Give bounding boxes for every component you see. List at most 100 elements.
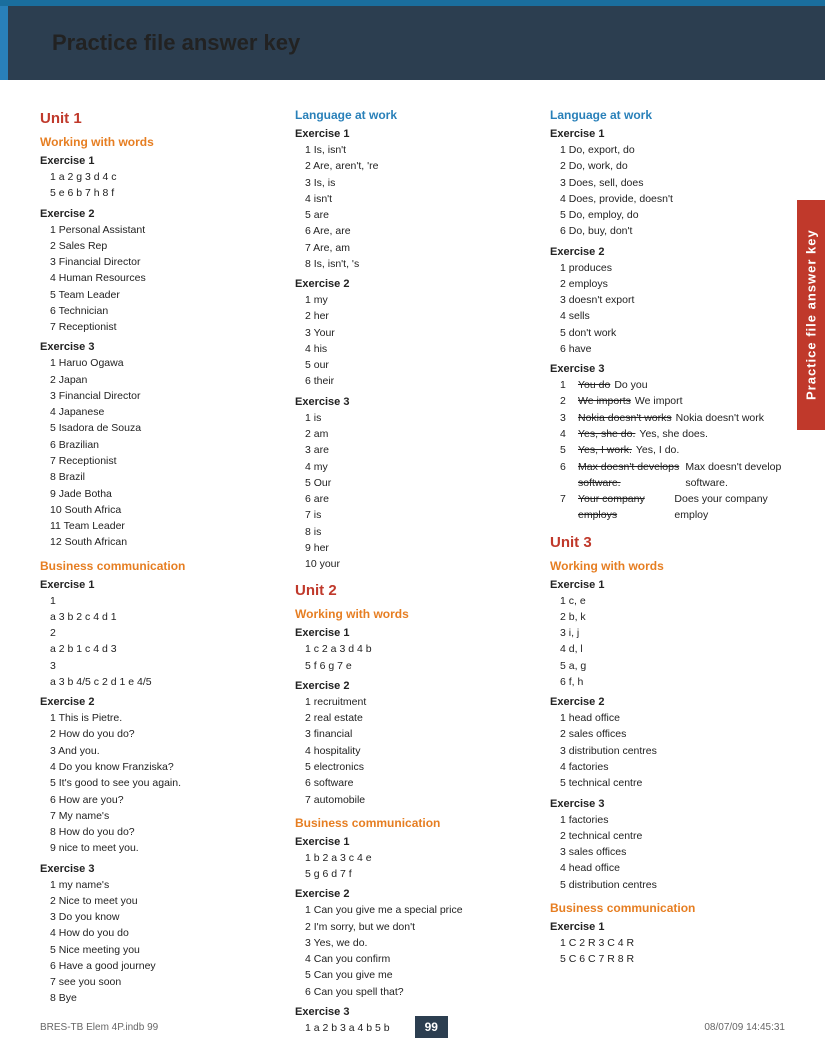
exercise-line: 5Yes, I work. Yes, I do. [560, 442, 785, 458]
exercise-line: 1 produces [560, 260, 785, 276]
exercise-label: Exercise 1 [550, 921, 785, 933]
exercise-line: 9 nice to meet you. [50, 840, 275, 856]
exercise-line: 5 It's good to see you again. [50, 775, 275, 791]
exercise-line: 4 sells [560, 308, 785, 324]
exercise-line: a 2 b 1 c 4 d 3 [50, 641, 275, 657]
exercise-content: 1 This is Pietre.2 How do you do?3 And y… [40, 710, 275, 856]
exercise-line: 6 are [305, 491, 530, 507]
exercise-line: 4 d, l [560, 641, 785, 657]
exercise-line: 4 his [305, 341, 530, 357]
exercise-label: Exercise 3 [550, 798, 785, 810]
exercise-line: 7Your company employs Does your company … [560, 491, 785, 524]
exercise-line: 6 Are, are [305, 223, 530, 239]
exercise-line: 9 her [305, 540, 530, 556]
exercise-line: 4 head office [560, 860, 785, 876]
exercise-line: 3 Yes, we do. [305, 935, 530, 951]
exercise-line: 3 distribution centres [560, 743, 785, 759]
strikethrough-text: Yes, I work. [578, 442, 632, 458]
exercise-content: 1 my2 her3 Your4 his5 our6 their [295, 292, 530, 390]
exercise-line: 2 employs [560, 276, 785, 292]
exercise-line: 3 Do you know [50, 909, 275, 925]
exercise-line: 4 hospitality [305, 743, 530, 759]
exercise-line: 4 Does, provide, doesn't [560, 191, 785, 207]
exercise-line: 2 I'm sorry, but we don't [305, 919, 530, 935]
exercise-line: 1 my [305, 292, 530, 308]
exercise-line: 5 a, g [560, 658, 785, 674]
exercise-line: 5 Team Leader [50, 287, 275, 303]
exercise-label: Exercise 2 [550, 246, 785, 258]
exercise-line: 5 Can you give me [305, 967, 530, 983]
exercise-line: 1 a 2 g 3 d 4 c [50, 169, 275, 185]
exercise-content: 1 recruitment2 real estate3 financial4 h… [295, 694, 530, 808]
exercise-line: 1 head office [560, 710, 785, 726]
exercise-label: Exercise 1 [40, 155, 275, 167]
strikethrough-text: Nokia doesn't works [578, 410, 672, 426]
exercise-line: 4 isn't [305, 191, 530, 207]
strikethrough-text: Yes, she do. [578, 426, 635, 442]
exercise-content: 1You do Do you2We imports We import3Noki… [550, 377, 785, 523]
footer-right: 08/07/09 14:45:31 [704, 1022, 785, 1033]
exercise-line: 2 technical centre [560, 828, 785, 844]
correction-text: Yes, she does. [639, 426, 708, 442]
exercise-line: 1 Haruo Ogawa [50, 355, 275, 371]
exercise-line: 6 Technician [50, 303, 275, 319]
section-title: Business communication [550, 901, 785, 915]
exercise-line: 1You do Do you [560, 377, 785, 393]
exercise-content: 1 my name's2 Nice to meet you3 Do you kn… [40, 877, 275, 1007]
exercise-label: Exercise 3 [40, 341, 275, 353]
header: Practice file answer key [0, 6, 825, 80]
exercise-line: 8 Brazil [50, 469, 275, 485]
exercise-line: 1 Personal Assistant [50, 222, 275, 238]
correction-text: Do you [614, 377, 647, 393]
exercise-label: Exercise 1 [550, 579, 785, 591]
strikethrough-text: Your company employs [578, 491, 670, 524]
footer: BRES-TB Elem 4P.indb 99 99 08/07/09 14:4… [0, 1016, 825, 1038]
exercise-label: Exercise 2 [40, 696, 275, 708]
exercise-label: Exercise 2 [295, 888, 530, 900]
exercise-line: 3 are [305, 442, 530, 458]
exercise-label: Exercise 1 [295, 128, 530, 140]
exercise-line: 5 Our [305, 475, 530, 491]
exercise-line: 3 Your [305, 325, 530, 341]
side-tab: Practice file answer key [797, 200, 825, 430]
footer-left: BRES-TB Elem 4P.indb 99 [40, 1022, 158, 1033]
exercise-line: 7 see you soon [50, 974, 275, 990]
correction-text: Yes, I do. [636, 442, 679, 458]
exercise-content: 1 c, e2 b, k3 i, j4 d, l5 a, g6 f, h [550, 593, 785, 691]
exercise-line: 2 Nice to meet you [50, 893, 275, 909]
page-number: 99 [415, 1016, 448, 1038]
section-title: Business communication [295, 816, 530, 830]
exercise-line: 12 South African [50, 534, 275, 550]
strikethrough-text: You do [578, 377, 610, 393]
exercise-line: 6 Have a good journey [50, 958, 275, 974]
exercise-line: 1 Do, export, do [560, 142, 785, 158]
exercise-line: 2 Are, aren't, 're [305, 158, 530, 174]
exercise-line: a 3 b 2 c 4 d 1 [50, 609, 275, 625]
exercise-line: 4 factories [560, 759, 785, 775]
exercise-line: 4Yes, she do. Yes, she does. [560, 426, 785, 442]
exercise-line: 3 And you. [50, 743, 275, 759]
exercise-content: 1 Personal Assistant2 Sales Rep3 Financi… [40, 222, 275, 336]
exercise-line: 7 Are, am [305, 240, 530, 256]
section-title: Working with words [40, 135, 275, 149]
exercise-line: 2 real estate [305, 710, 530, 726]
exercise-line: 5 Do, employ, do [560, 207, 785, 223]
exercise-line: 3 sales offices [560, 844, 785, 860]
exercise-line: 8 Is, isn't, 's [305, 256, 530, 272]
exercise-line: 5 Nice meeting you [50, 942, 275, 958]
exercise-line: 6 Brazilian [50, 437, 275, 453]
exercise-label: Exercise 2 [550, 696, 785, 708]
column-col3: Language at workExercise 11 Do, export, … [550, 100, 785, 1036]
exercise-line: 2 [50, 625, 275, 641]
exercise-line: 6 software [305, 775, 530, 791]
exercise-line: 2 Japan [50, 372, 275, 388]
exercise-label: Exercise 3 [40, 863, 275, 875]
exercise-line: 4 Human Resources [50, 270, 275, 286]
column-col1: Unit 1Working with wordsExercise 11 a 2 … [40, 100, 295, 1036]
exercise-line: 3 doesn't export [560, 292, 785, 308]
exercise-line: 6Max doesn't develops software. Max does… [560, 459, 785, 492]
exercise-line: 3Nokia doesn't works Nokia doesn't work [560, 410, 785, 426]
exercise-line: 5 C 6 C 7 R 8 R [560, 951, 785, 967]
exercise-content: 1 c 2 a 3 d 4 b5 f 6 g 7 e [295, 641, 530, 674]
exercise-content: 1 is2 am3 are4 my5 Our6 are7 is8 is9 her… [295, 410, 530, 573]
